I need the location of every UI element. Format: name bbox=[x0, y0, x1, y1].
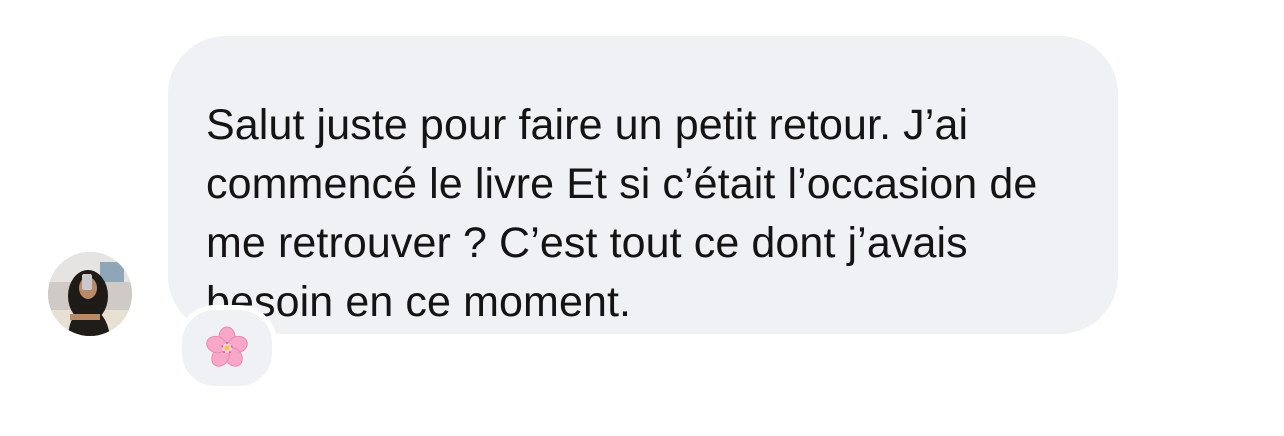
sender-avatar[interactable] bbox=[48, 252, 132, 336]
cherry-blossom-icon bbox=[206, 326, 248, 367]
reaction-badge[interactable] bbox=[177, 305, 277, 391]
message-bubble[interactable]: Salut juste pour faire un petit retour. … bbox=[168, 36, 1118, 334]
message-text: Salut juste pour faire un petit retour. … bbox=[206, 101, 1038, 326]
avatar-photo-icon bbox=[48, 252, 132, 336]
